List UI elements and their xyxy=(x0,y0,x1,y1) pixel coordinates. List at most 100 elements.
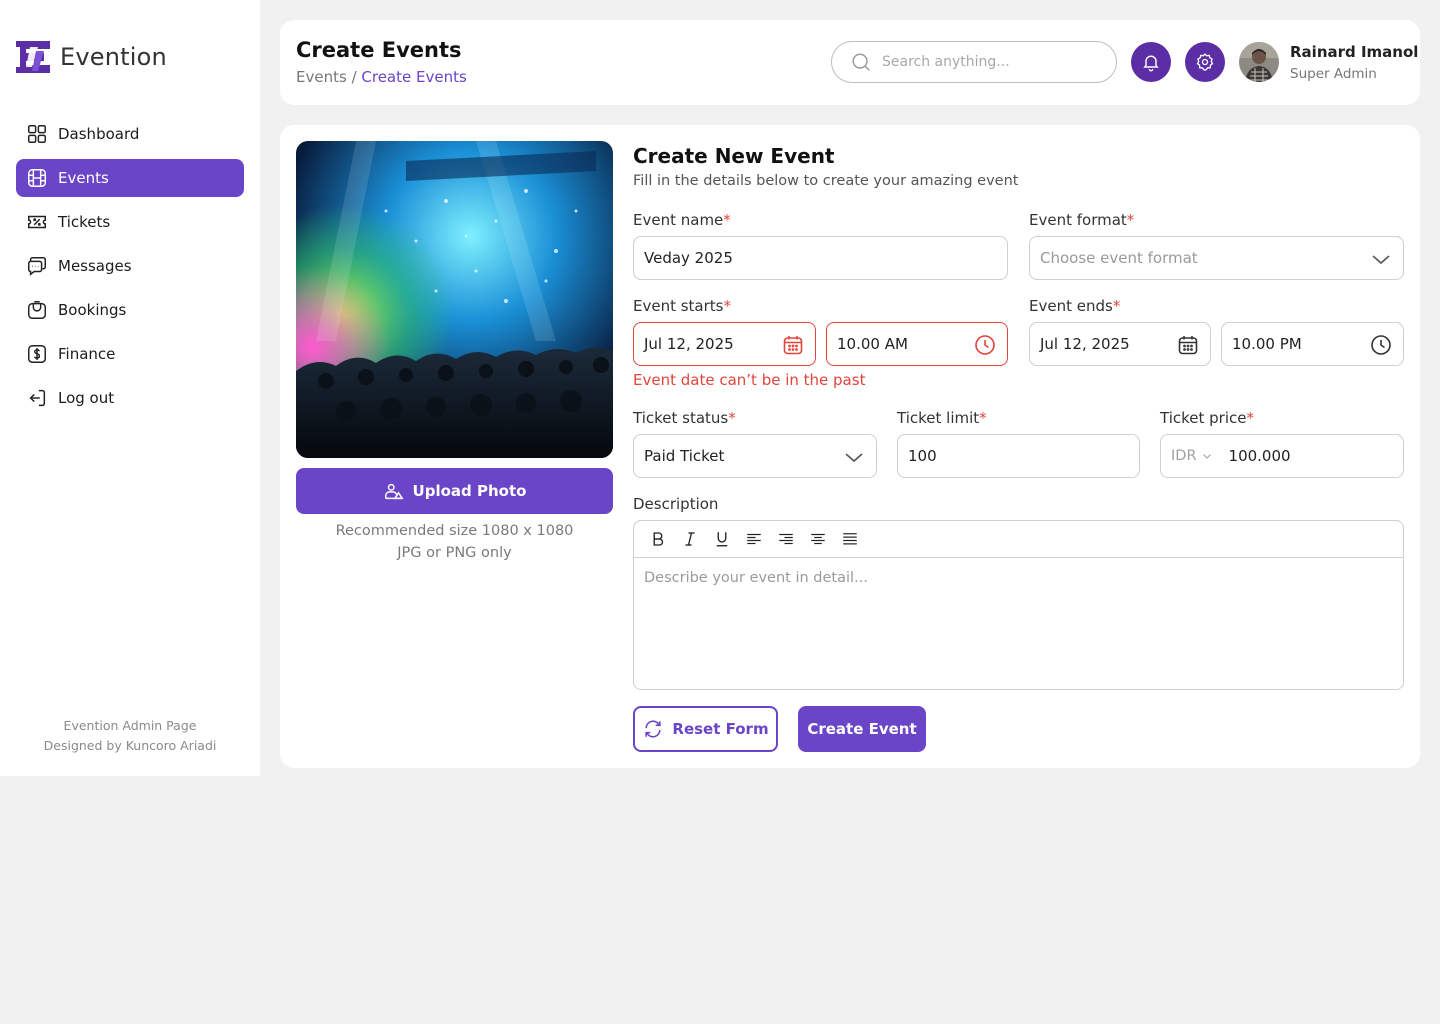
event-name-label-text: Event name xyxy=(633,211,724,229)
description-label: Description xyxy=(633,495,719,513)
sidebar-footer: Evention Admin Page Designed by Kuncoro … xyxy=(0,716,260,756)
event-start-date-value: Jul 12, 2025 xyxy=(644,335,734,353)
italic-icon xyxy=(685,532,695,546)
ticket-status-select[interactable]: Paid Ticket xyxy=(633,434,877,478)
event-format-placeholder: Choose event format xyxy=(1040,249,1198,267)
ticket-price-label-text: Ticket price xyxy=(1160,409,1247,427)
underline-button[interactable] xyxy=(706,526,738,552)
bell-icon xyxy=(1143,55,1159,72)
reset-form-label: Reset Form xyxy=(672,720,769,738)
avatar[interactable] xyxy=(1239,42,1279,82)
bold-icon xyxy=(653,532,664,546)
required-mark: * xyxy=(723,211,731,229)
italic-button[interactable] xyxy=(674,526,706,552)
required-mark: * xyxy=(979,409,987,427)
event-end-time-value: 10.00 PM xyxy=(1232,335,1302,353)
required-mark: * xyxy=(1112,297,1121,315)
user-role: Super Admin xyxy=(1290,66,1377,82)
align-left-icon xyxy=(747,533,761,545)
sidebar-item-events[interactable]: Events xyxy=(16,159,244,197)
app-logo[interactable]: Evention xyxy=(16,41,167,73)
editor-toolbar xyxy=(634,521,1403,558)
calendar-icon[interactable] xyxy=(781,333,805,357)
upload-photo-icon xyxy=(384,483,404,500)
refresh-icon xyxy=(645,720,662,738)
description-input[interactable] xyxy=(634,558,1403,688)
sidebar-item-logout[interactable]: Log out xyxy=(16,379,244,417)
event-end-time-field[interactable]: 10.00 PM xyxy=(1221,322,1404,366)
bag-icon xyxy=(28,301,46,319)
settings-button[interactable] xyxy=(1185,42,1225,82)
event-end-date-field[interactable]: Jul 12, 2025 xyxy=(1029,322,1211,366)
breadcrumb-current: Create Events xyxy=(361,68,467,86)
calendar-icon[interactable] xyxy=(1176,333,1200,357)
search-input[interactable] xyxy=(882,54,1092,70)
clock-icon[interactable] xyxy=(1369,333,1393,357)
event-photo-preview xyxy=(296,141,613,458)
sidebar-item-label: Events xyxy=(58,169,109,187)
ticket-price-field[interactable]: IDR 100.000 xyxy=(1160,434,1404,478)
sidebar-item-label: Tickets xyxy=(58,213,111,231)
sidebar-item-finance[interactable]: Finance xyxy=(16,335,244,373)
sidebar-item-label: Messages xyxy=(58,257,132,275)
ticket-status-label: Ticket status* xyxy=(633,409,736,427)
event-format-select[interactable]: Choose event format xyxy=(1029,236,1404,280)
align-center-button[interactable] xyxy=(802,526,834,552)
user-name: Rainard Imanol xyxy=(1290,43,1419,61)
sidebar-item-label: Log out xyxy=(58,389,115,407)
upload-format-note: JPG or PNG only xyxy=(397,545,512,561)
event-starts-label-text: Event starts xyxy=(633,297,724,315)
reset-form-button[interactable]: Reset Form xyxy=(633,706,778,752)
user-avatar-icon xyxy=(1239,42,1279,82)
align-right-icon xyxy=(779,533,793,545)
chat-icon xyxy=(28,257,46,276)
event-ends-label-text: Event ends xyxy=(1029,297,1113,315)
upload-photo-label: Upload Photo xyxy=(412,482,527,500)
sidebar-item-dashboard[interactable]: Dashboard xyxy=(16,115,244,153)
event-name-field[interactable]: Veday 2025 xyxy=(633,236,1008,280)
ticket-price-label: Ticket price* xyxy=(1160,409,1254,427)
evention-logo-icon xyxy=(16,41,50,73)
sidebar: Evention Dashboard Events Tickets Messag… xyxy=(0,0,260,776)
ticket-limit-field[interactable]: 100 xyxy=(897,434,1140,478)
form-subtitle: Fill in the details below to create your… xyxy=(633,173,1019,189)
chevron-down-icon xyxy=(845,453,863,463)
chevron-down-icon xyxy=(1202,454,1211,459)
required-mark: * xyxy=(1246,409,1254,427)
ticket-limit-value: 100 xyxy=(908,447,937,465)
align-justify-button[interactable] xyxy=(834,526,866,552)
sidebar-item-tickets[interactable]: Tickets xyxy=(16,203,244,241)
notifications-button[interactable] xyxy=(1131,42,1171,82)
event-name-value: Veday 2025 xyxy=(644,249,733,267)
bold-button[interactable] xyxy=(642,526,674,552)
create-event-button[interactable]: Create Event xyxy=(798,706,926,752)
currency-select[interactable]: IDR xyxy=(1171,448,1213,464)
align-left-button[interactable] xyxy=(738,526,770,552)
form-title: Create New Event xyxy=(633,144,835,168)
create-event-card: Upload Photo Recommended size 1080 x 108… xyxy=(280,125,1420,768)
event-name-label: Event name* xyxy=(633,211,731,229)
sidebar-nav: Dashboard Events Tickets Messages Bookin… xyxy=(16,115,244,423)
chevron-down-icon xyxy=(1372,255,1390,265)
event-format-label: Event format* xyxy=(1029,211,1134,229)
sidebar-item-label: Bookings xyxy=(58,301,127,319)
dollar-icon xyxy=(28,345,46,363)
ticket-status-value: Paid Ticket xyxy=(644,447,725,465)
align-right-button[interactable] xyxy=(770,526,802,552)
upload-size-note: Recommended size 1080 x 1080 xyxy=(335,523,574,539)
footer-line: Evention Admin Page xyxy=(63,718,197,733)
concert-photo-icon xyxy=(296,141,613,458)
sidebar-item-bookings[interactable]: Bookings xyxy=(16,291,244,329)
search-bar[interactable] xyxy=(831,41,1117,83)
breadcrumb-root[interactable]: Events xyxy=(296,68,347,86)
upload-photo-button[interactable]: Upload Photo xyxy=(296,468,613,514)
ticket-icon xyxy=(28,215,46,229)
grid-icon xyxy=(28,125,46,143)
event-start-time-field[interactable]: 10.00 AM xyxy=(826,322,1008,366)
align-justify-icon xyxy=(843,533,857,545)
clock-icon[interactable] xyxy=(973,333,997,357)
event-start-date-field[interactable]: Jul 12, 2025 xyxy=(633,322,816,366)
currency-value: IDR xyxy=(1171,448,1197,464)
footer-credit: Designed by Kuncoro Ariadi xyxy=(43,738,217,753)
sidebar-item-messages[interactable]: Messages xyxy=(16,247,244,285)
